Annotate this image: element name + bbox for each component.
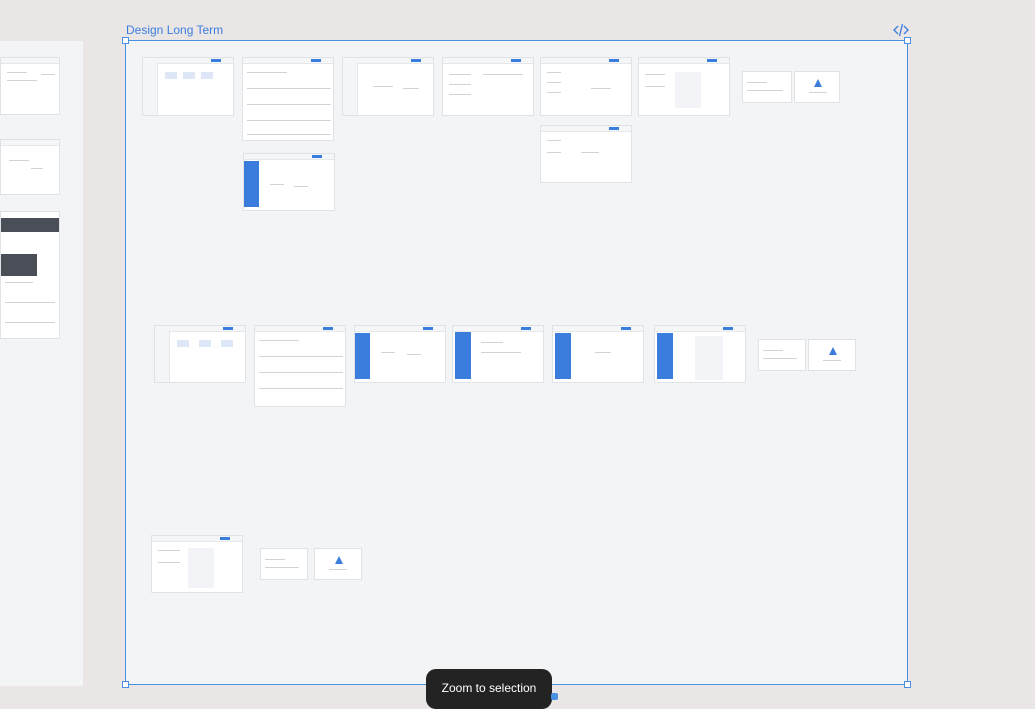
frame-thumbnail[interactable] bbox=[314, 548, 362, 580]
tooltip-label: Zoom to selection bbox=[441, 681, 537, 695]
frame-thumbnail[interactable] bbox=[452, 325, 544, 383]
frame-thumbnail[interactable] bbox=[794, 71, 840, 103]
frame-thumbnail[interactable] bbox=[638, 57, 730, 116]
selected-frame[interactable] bbox=[122, 37, 911, 688]
code-icon[interactable] bbox=[893, 23, 909, 37]
zoom-to-selection-tooltip[interactable]: Zoom to selection bbox=[426, 669, 552, 709]
design-canvas[interactable]: Design Long Term Zoom to selection bbox=[0, 0, 1035, 709]
resize-handle-bottom-left[interactable] bbox=[122, 681, 129, 688]
frame-thumbnail[interactable] bbox=[342, 57, 434, 116]
resize-handle-bottom-right[interactable] bbox=[904, 681, 911, 688]
frame-title[interactable]: Design Long Term bbox=[126, 23, 223, 37]
frame-thumbnail[interactable] bbox=[0, 139, 60, 195]
frame-thumbnail[interactable] bbox=[243, 153, 335, 211]
frame-thumbnail[interactable] bbox=[254, 325, 346, 407]
scroll-indicator[interactable] bbox=[551, 693, 558, 700]
frame-thumbnail[interactable] bbox=[142, 57, 234, 116]
resize-handle-top-left[interactable] bbox=[122, 37, 129, 44]
frame-thumbnail[interactable] bbox=[742, 71, 792, 103]
adjacent-frame[interactable] bbox=[0, 41, 83, 686]
frame-thumbnail[interactable] bbox=[654, 325, 746, 383]
frame-thumbnail[interactable] bbox=[0, 211, 60, 339]
frame-thumbnail[interactable] bbox=[260, 548, 308, 580]
frame-thumbnail[interactable] bbox=[442, 57, 534, 116]
frame-thumbnail[interactable] bbox=[808, 339, 856, 371]
frame-thumbnail[interactable] bbox=[154, 325, 246, 383]
frame-thumbnail[interactable] bbox=[151, 535, 243, 593]
frame-thumbnail[interactable] bbox=[354, 325, 446, 383]
frame-thumbnail[interactable] bbox=[540, 125, 632, 183]
frame-thumbnail[interactable] bbox=[540, 57, 632, 116]
frame-thumbnail[interactable] bbox=[0, 57, 60, 115]
frame-thumbnail[interactable] bbox=[552, 325, 644, 383]
frame-thumbnail[interactable] bbox=[758, 339, 806, 371]
frame-thumbnail[interactable] bbox=[242, 57, 334, 141]
resize-handle-top-right[interactable] bbox=[904, 37, 911, 44]
